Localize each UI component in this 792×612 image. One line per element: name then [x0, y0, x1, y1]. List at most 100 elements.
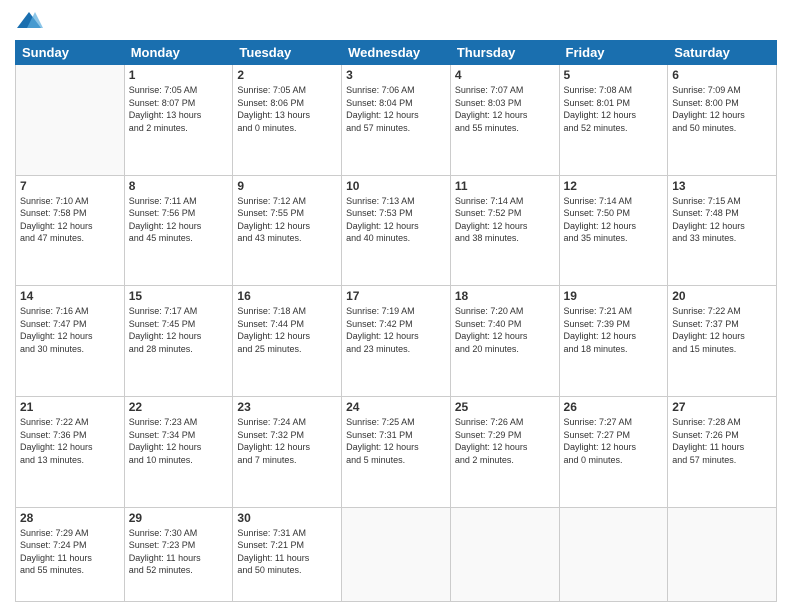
- day-info: Sunrise: 7:30 AM Sunset: 7:23 PM Dayligh…: [129, 527, 229, 577]
- weekday-header: Wednesday: [342, 41, 451, 65]
- calendar-cell: 4Sunrise: 7:07 AM Sunset: 8:03 PM Daylig…: [450, 65, 559, 176]
- calendar-cell: 25 Sunrise: 7:26 AM Sunset: 7:29 PM Dayli…: [450, 396, 559, 507]
- day-number: 29: [129, 511, 229, 525]
- calendar-cell: [450, 507, 559, 601]
- day-info: Sunrise: 7:27 AM Sunset: 7:27 PM Dayligh…: [564, 416, 664, 466]
- day-number: 12: [564, 179, 664, 193]
- calendar-week-row: 1 Sunrise: 7:05 AM Sunset: 8:07 PM Daylig…: [16, 65, 777, 176]
- day-number: 14: [20, 289, 120, 303]
- weekday-header: Friday: [559, 41, 668, 65]
- calendar-week-row: 28 Sunrise: 7:29 AM Sunset: 7:24 PM Dayli…: [16, 507, 777, 601]
- calendar-cell: 15 Sunrise: 7:17 AM Sunset: 7:45 PM Dayli…: [124, 286, 233, 397]
- calendar-cell: 29 Sunrise: 7:30 AM Sunset: 7:23 PM Dayli…: [124, 507, 233, 601]
- day-number: 27: [672, 400, 772, 414]
- day-info: Sunrise: 7:10 AM Sunset: 7:58 PM Dayligh…: [20, 195, 120, 245]
- day-info: Sunrise: 7:29 AM Sunset: 7:24 PM Dayligh…: [20, 527, 120, 577]
- day-number: 9: [237, 179, 337, 193]
- day-number: 7: [20, 179, 120, 193]
- calendar-cell: [668, 507, 777, 601]
- day-number: 26: [564, 400, 664, 414]
- day-info: Sunrise: 7:26 AM Sunset: 7:29 PM Dayligh…: [455, 416, 555, 466]
- day-number: 18: [455, 289, 555, 303]
- calendar-cell: 8 Sunrise: 7:11 AM Sunset: 7:56 PM Daylig…: [124, 175, 233, 286]
- calendar-cell: 20Sunrise: 7:22 AM Sunset: 7:37 PM Dayli…: [668, 286, 777, 397]
- weekday-header: Tuesday: [233, 41, 342, 65]
- day-number: 15: [129, 289, 229, 303]
- day-info: Sunrise: 7:15 AM Sunset: 7:48 PM Dayligh…: [672, 195, 772, 245]
- day-info: Sunrise: 7:07 AM Sunset: 8:03 PM Dayligh…: [455, 84, 555, 134]
- calendar-header-row: SundayMondayTuesdayWednesdayThursdayFrid…: [16, 41, 777, 65]
- day-number: 16: [237, 289, 337, 303]
- calendar-cell: 9Sunrise: 7:12 AM Sunset: 7:55 PM Daylig…: [233, 175, 342, 286]
- day-number: 22: [129, 400, 229, 414]
- calendar-cell: 30Sunrise: 7:31 AM Sunset: 7:21 PM Dayli…: [233, 507, 342, 601]
- logo-icon: [15, 10, 43, 32]
- calendar-cell: 6Sunrise: 7:09 AM Sunset: 8:00 PM Daylig…: [668, 65, 777, 176]
- day-info: Sunrise: 7:31 AM Sunset: 7:21 PM Dayligh…: [237, 527, 337, 577]
- calendar-cell: 26 Sunrise: 7:27 AM Sunset: 7:27 PM Dayli…: [559, 396, 668, 507]
- day-info: Sunrise: 7:05 AM Sunset: 8:07 PM Dayligh…: [129, 84, 229, 134]
- day-number: 28: [20, 511, 120, 525]
- calendar-cell: 18Sunrise: 7:20 AM Sunset: 7:40 PM Dayli…: [450, 286, 559, 397]
- day-info: Sunrise: 7:06 AM Sunset: 8:04 PM Dayligh…: [346, 84, 446, 134]
- day-number: 1: [129, 68, 229, 82]
- day-number: 6: [672, 68, 772, 82]
- day-info: Sunrise: 7:23 AM Sunset: 7:34 PM Dayligh…: [129, 416, 229, 466]
- day-info: Sunrise: 7:22 AM Sunset: 7:37 PM Dayligh…: [672, 305, 772, 355]
- calendar-week-row: 21Sunrise: 7:22 AM Sunset: 7:36 PM Dayli…: [16, 396, 777, 507]
- calendar-cell: 7 Sunrise: 7:10 AM Sunset: 7:58 PM Daylig…: [16, 175, 125, 286]
- day-number: 25: [455, 400, 555, 414]
- calendar-cell: 2 Sunrise: 7:05 AM Sunset: 8:06 PM Daylig…: [233, 65, 342, 176]
- day-number: 24: [346, 400, 446, 414]
- header: [15, 10, 777, 32]
- day-info: Sunrise: 7:17 AM Sunset: 7:45 PM Dayligh…: [129, 305, 229, 355]
- day-info: Sunrise: 7:05 AM Sunset: 8:06 PM Dayligh…: [237, 84, 337, 134]
- day-number: 19: [564, 289, 664, 303]
- calendar-cell: 23Sunrise: 7:24 AM Sunset: 7:32 PM Dayli…: [233, 396, 342, 507]
- weekday-header: Thursday: [450, 41, 559, 65]
- day-info: Sunrise: 7:25 AM Sunset: 7:31 PM Dayligh…: [346, 416, 446, 466]
- weekday-header: Monday: [124, 41, 233, 65]
- day-info: Sunrise: 7:22 AM Sunset: 7:36 PM Dayligh…: [20, 416, 120, 466]
- calendar-cell: 5 Sunrise: 7:08 AM Sunset: 8:01 PM Daylig…: [559, 65, 668, 176]
- calendar-cell: 14 Sunrise: 7:16 AM Sunset: 7:47 PM Dayli…: [16, 286, 125, 397]
- calendar-cell: 1 Sunrise: 7:05 AM Sunset: 8:07 PM Daylig…: [124, 65, 233, 176]
- day-info: Sunrise: 7:11 AM Sunset: 7:56 PM Dayligh…: [129, 195, 229, 245]
- day-info: Sunrise: 7:08 AM Sunset: 8:01 PM Dayligh…: [564, 84, 664, 134]
- day-number: 5: [564, 68, 664, 82]
- logo: [15, 10, 47, 32]
- calendar-cell: [559, 507, 668, 601]
- day-number: 17: [346, 289, 446, 303]
- day-info: Sunrise: 7:18 AM Sunset: 7:44 PM Dayligh…: [237, 305, 337, 355]
- calendar-cell: 10 Sunrise: 7:13 AM Sunset: 7:53 PM Dayli…: [342, 175, 451, 286]
- calendar-cell: 17 Sunrise: 7:19 AM Sunset: 7:42 PM Dayli…: [342, 286, 451, 397]
- day-number: 2: [237, 68, 337, 82]
- weekday-header: Sunday: [16, 41, 125, 65]
- calendar-table: SundayMondayTuesdayWednesdayThursdayFrid…: [15, 40, 777, 602]
- calendar-cell: 19 Sunrise: 7:21 AM Sunset: 7:39 PM Dayli…: [559, 286, 668, 397]
- calendar-cell: 27Sunrise: 7:28 AM Sunset: 7:26 PM Dayli…: [668, 396, 777, 507]
- weekday-header: Saturday: [668, 41, 777, 65]
- day-number: 10: [346, 179, 446, 193]
- calendar-cell: 24 Sunrise: 7:25 AM Sunset: 7:31 PM Dayli…: [342, 396, 451, 507]
- day-number: 3: [346, 68, 446, 82]
- day-info: Sunrise: 7:24 AM Sunset: 7:32 PM Dayligh…: [237, 416, 337, 466]
- day-number: 11: [455, 179, 555, 193]
- day-info: Sunrise: 7:19 AM Sunset: 7:42 PM Dayligh…: [346, 305, 446, 355]
- calendar-cell: 12Sunrise: 7:14 AM Sunset: 7:50 PM Dayli…: [559, 175, 668, 286]
- calendar-cell: 16 Sunrise: 7:18 AM Sunset: 7:44 PM Dayli…: [233, 286, 342, 397]
- calendar-cell: [16, 65, 125, 176]
- day-number: 8: [129, 179, 229, 193]
- calendar-cell: 22 Sunrise: 7:23 AM Sunset: 7:34 PM Dayli…: [124, 396, 233, 507]
- day-number: 13: [672, 179, 772, 193]
- calendar-cell: 13 Sunrise: 7:15 AM Sunset: 7:48 PM Dayli…: [668, 175, 777, 286]
- day-info: Sunrise: 7:21 AM Sunset: 7:39 PM Dayligh…: [564, 305, 664, 355]
- day-info: Sunrise: 7:13 AM Sunset: 7:53 PM Dayligh…: [346, 195, 446, 245]
- page: SundayMondayTuesdayWednesdayThursdayFrid…: [0, 0, 792, 612]
- calendar-cell: [342, 507, 451, 601]
- calendar-week-row: 14 Sunrise: 7:16 AM Sunset: 7:47 PM Dayli…: [16, 286, 777, 397]
- calendar-cell: 28 Sunrise: 7:29 AM Sunset: 7:24 PM Dayli…: [16, 507, 125, 601]
- day-info: Sunrise: 7:16 AM Sunset: 7:47 PM Dayligh…: [20, 305, 120, 355]
- calendar-cell: 3 Sunrise: 7:06 AM Sunset: 8:04 PM Daylig…: [342, 65, 451, 176]
- calendar-cell: 11Sunrise: 7:14 AM Sunset: 7:52 PM Dayli…: [450, 175, 559, 286]
